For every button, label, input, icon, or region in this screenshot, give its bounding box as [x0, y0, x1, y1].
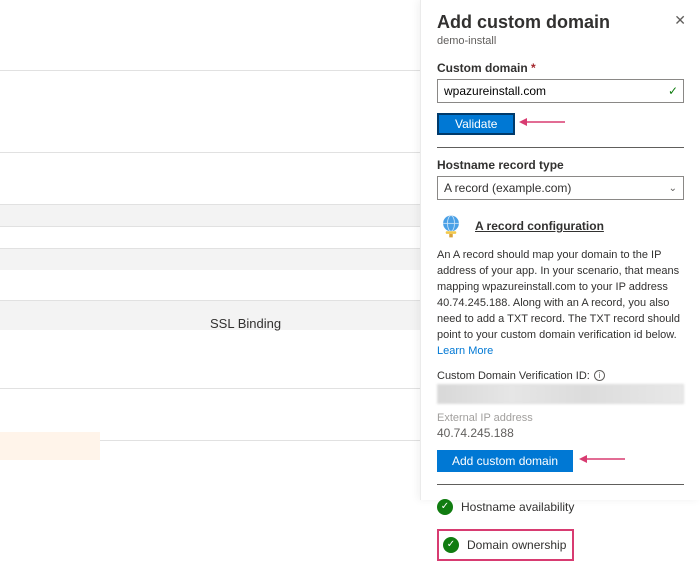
divider	[437, 147, 684, 148]
annotation-highlight-ownership: ✓ Domain ownership	[437, 529, 574, 561]
status-hostname-label: Hostname availability	[461, 500, 574, 514]
verification-id-value	[437, 384, 684, 404]
validate-button[interactable]: Validate	[437, 113, 515, 135]
hostname-record-select[interactable]: A record (example.com) ⌄	[437, 176, 684, 200]
globe-icon	[437, 212, 465, 240]
add-custom-domain-panel: ✕ Add custom domain demo-install Custom …	[420, 0, 700, 500]
success-check-icon: ✓	[437, 499, 453, 515]
add-custom-domain-button[interactable]: Add custom domain	[437, 450, 573, 472]
valid-check-icon: ✓	[668, 84, 678, 98]
hostname-record-value: A record (example.com)	[444, 181, 571, 195]
bg-column-ssl: SSL Binding	[210, 316, 281, 331]
custom-domain-label: Custom domain	[437, 61, 684, 75]
background-grid: SSL Binding	[0, 0, 420, 500]
annotation-arrow-validate	[517, 115, 567, 129]
info-icon[interactable]: i	[594, 370, 605, 381]
external-ip-value: 40.74.245.188	[437, 426, 684, 440]
custom-domain-input[interactable]	[437, 79, 684, 103]
annotation-arrow-add	[577, 452, 627, 466]
status-hostname-row: ✓ Hostname availability	[437, 499, 684, 515]
panel-title: Add custom domain	[437, 12, 684, 33]
external-ip-label: External IP address	[437, 412, 684, 424]
bg-warning-cell	[0, 432, 100, 460]
panel-subtitle: demo-install	[437, 35, 684, 47]
verification-id-label: Custom Domain Verification ID:	[437, 370, 590, 382]
close-icon[interactable]: ✕	[674, 12, 686, 29]
a-record-description: An A record should map your domain to th…	[437, 248, 684, 360]
a-record-config-link[interactable]: A record configuration	[475, 219, 604, 233]
status-ownership-label: Domain ownership	[467, 538, 566, 552]
chevron-down-icon: ⌄	[669, 183, 677, 194]
success-check-icon: ✓	[443, 537, 459, 553]
divider-2	[437, 484, 684, 485]
hostname-record-label: Hostname record type	[437, 158, 684, 172]
learn-more-link[interactable]: Learn More	[437, 345, 493, 357]
